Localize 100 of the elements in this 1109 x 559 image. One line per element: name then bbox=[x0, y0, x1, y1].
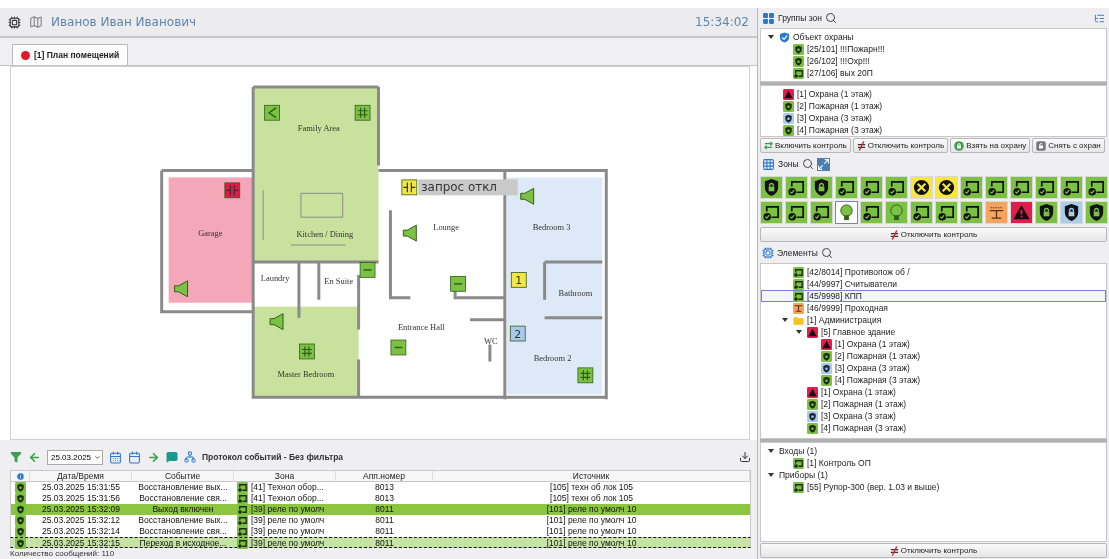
room-label: Lounge bbox=[433, 222, 460, 233]
shield-icon bbox=[15, 515, 26, 526]
table-cell-text: 8011 bbox=[374, 526, 395, 537]
tree-item[interactable]: [1] Контроль ОП bbox=[761, 457, 1106, 469]
table-cell-text: Восстановление свя... bbox=[138, 526, 228, 537]
action-button[interactable]: Взять на охрану bbox=[950, 138, 1031, 153]
shield-lock-icon bbox=[762, 178, 781, 197]
table-cell-text: Восстановление вых... bbox=[137, 482, 229, 493]
tree-item[interactable]: [4] Пожарная (3 этаж) bbox=[761, 124, 1106, 136]
table-row[interactable]: 25.03.2025 15:31:56 Восстановление свя... [41] Технол обор... 8013 [105] техн об лок 105 bbox=[10, 493, 751, 504]
expand-arrow-icon[interactable] bbox=[782, 318, 788, 322]
tree-item[interactable]: [1] Администрация bbox=[761, 314, 1106, 326]
action-button[interactable]: Отключить контроль bbox=[760, 543, 1107, 558]
action-button[interactable]: Включить контроль bbox=[760, 138, 851, 153]
shield-icon bbox=[821, 350, 832, 362]
action-button[interactable]: Отключить контроль bbox=[852, 138, 949, 153]
download-icon[interactable] bbox=[739, 451, 751, 463]
tree-item[interactable]: [46/9999] Проходная bbox=[761, 302, 1106, 314]
shield-lock-icon bbox=[812, 178, 831, 197]
tree-item[interactable]: Приборы (1) bbox=[761, 469, 1106, 481]
tree-item[interactable]: [3] Охрана (3 этаж) bbox=[761, 362, 1106, 374]
shield-icon bbox=[15, 482, 26, 493]
tree-item[interactable]: [2] Пожарная (1 этаж) bbox=[761, 350, 1106, 362]
room-label: WC bbox=[484, 335, 498, 346]
arrow-right-icon[interactable] bbox=[147, 450, 160, 464]
shield-lock-icon bbox=[1062, 203, 1081, 222]
tree-item[interactable]: [5] Главное здание bbox=[761, 326, 1106, 338]
table-row[interactable]: 25.03.2025 15:31:55 Восстановление вых... [41] Технол обор... 8013 [105] техн об лок 105 bbox=[10, 482, 751, 493]
tree-item[interactable]: [4] Пожарная (3 этаж) bbox=[761, 374, 1106, 386]
calendar-icon[interactable] bbox=[128, 450, 141, 464]
table-cell-text: 25.03.2025 15:31:55 bbox=[41, 482, 121, 493]
table-row[interactable]: 25.03.2025 15:32:12 Восстановление вых... [39] реле по умолч 8011 [101] реле по умолч 10 bbox=[10, 515, 751, 526]
tree-item[interactable]: [42/8014] Противопож об / bbox=[761, 266, 1106, 278]
room-label: Kitchen / Dining bbox=[296, 229, 354, 240]
panel-title: Элементы bbox=[777, 248, 818, 258]
message-count: Количество сообщений: 110 bbox=[10, 548, 116, 559]
expand-arrow-icon[interactable] bbox=[768, 449, 774, 453]
tree-item[interactable]: [3] Охрана (3 этаж) bbox=[761, 410, 1106, 422]
network-icon[interactable] bbox=[184, 451, 196, 463]
tab[interactable]: [1] План помещений bbox=[12, 44, 129, 65]
action-button[interactable]: Отключить контроль bbox=[760, 227, 1107, 242]
tree-item[interactable]: [26/102] !!!Охр!!! bbox=[761, 55, 1106, 67]
search-icon[interactable] bbox=[801, 158, 814, 170]
table-row[interactable]: 25.03.2025 15:32:09 Выход включен [39] реле по умолч 8011 [101] реле по умолч 10 bbox=[10, 504, 751, 515]
tree-item[interactable]: [44/9997] Считыватели bbox=[761, 278, 1106, 290]
tree-view-icon[interactable] bbox=[1094, 12, 1105, 24]
tree-item[interactable]: [1] Охрана (1 этаж) bbox=[761, 338, 1106, 350]
device-check-icon bbox=[912, 203, 931, 222]
chip-icon[interactable] bbox=[8, 15, 21, 29]
fullscreen-icon[interactable] bbox=[816, 157, 830, 171]
device-check-icon bbox=[862, 178, 881, 197]
lock-icon bbox=[954, 140, 965, 151]
table-cell-text: [101] реле по умолч 10 bbox=[545, 515, 638, 526]
zone-tile[interactable] bbox=[835, 201, 858, 224]
device-icon bbox=[237, 504, 248, 515]
spinner-icon[interactable] bbox=[94, 453, 101, 461]
zone-number-marker: 1 bbox=[510, 272, 527, 288]
folder-icon bbox=[793, 314, 804, 326]
tree-item[interactable]: [45/9998] КПП bbox=[761, 290, 1106, 302]
not-equal-icon bbox=[856, 140, 866, 151]
table-cell-text: [105] техн об лок 105 bbox=[549, 493, 634, 504]
table-cell-text: [101] реле по умолч 10 bbox=[545, 504, 638, 515]
table-row[interactable]: 25.03.2025 15:32:14 Восстановление свя... [39] реле по умолч 8011 [101] реле по умолч 10 bbox=[10, 526, 751, 537]
tree-item[interactable]: [4] Пожарная (3 этаж) bbox=[761, 422, 1106, 434]
tree-item[interactable]: [2] Пожарная (1 этаж) bbox=[761, 398, 1106, 410]
table-cell-text: Выход включен bbox=[151, 504, 215, 515]
search-icon[interactable] bbox=[824, 12, 837, 24]
device-icon bbox=[793, 290, 804, 302]
table-cell: [41] Технол обор... bbox=[251, 482, 324, 493]
table-row[interactable]: 25.03.2025 15:32:15 Переход в исходное... [39] реле по умолч 8011 [101] реле по умолч 10 bbox=[10, 537, 751, 548]
tree-item[interactable]: [3] Охрана (3 этаж) bbox=[761, 112, 1106, 124]
not-equal-icon bbox=[889, 545, 899, 556]
table-cell-text: 8011 bbox=[374, 504, 395, 515]
tree-item[interactable]: Входы (1) bbox=[761, 445, 1106, 457]
shield-icon bbox=[15, 493, 26, 504]
search-icon[interactable] bbox=[820, 247, 833, 259]
table-cell-text: 8011 bbox=[374, 515, 395, 526]
tree-item[interactable]: [27/106] вых 20П bbox=[761, 67, 1106, 79]
action-button[interactable]: Снять с охран bbox=[1032, 138, 1105, 153]
expand-arrow-icon[interactable] bbox=[768, 35, 774, 39]
calendar-icon[interactable] bbox=[109, 450, 122, 464]
tree-item[interactable]: [55] Рупор-300 (вер. 1.03 и выше) bbox=[761, 481, 1106, 493]
map-icon[interactable] bbox=[29, 15, 43, 29]
arrow-left-icon[interactable] bbox=[28, 450, 41, 464]
device-check-icon bbox=[937, 203, 956, 222]
tree-item[interactable]: Объект охраны bbox=[761, 31, 1106, 43]
expand-arrow-icon[interactable] bbox=[768, 473, 774, 477]
expand-arrow-icon[interactable] bbox=[796, 330, 802, 334]
shield-icon bbox=[779, 31, 790, 43]
comment-icon[interactable] bbox=[166, 451, 178, 463]
tree-item[interactable]: [2] Пожарная (1 этаж) bbox=[761, 100, 1106, 112]
room-label: Bathroom bbox=[558, 287, 593, 298]
shield-icon bbox=[807, 422, 818, 434]
tree-item[interactable]: [1] Охрана (1 этаж) bbox=[761, 88, 1106, 100]
record-icon bbox=[21, 50, 30, 60]
date-field[interactable]: 25.03.2025 bbox=[47, 449, 103, 465]
tree-item[interactable]: [1] Охрана (1 этаж) bbox=[761, 386, 1106, 398]
tree-item[interactable]: [25/101] !!!Пожарн!!! bbox=[761, 43, 1106, 55]
filter-icon[interactable] bbox=[10, 451, 22, 463]
table-cell: [39] реле по умолч bbox=[251, 526, 325, 537]
